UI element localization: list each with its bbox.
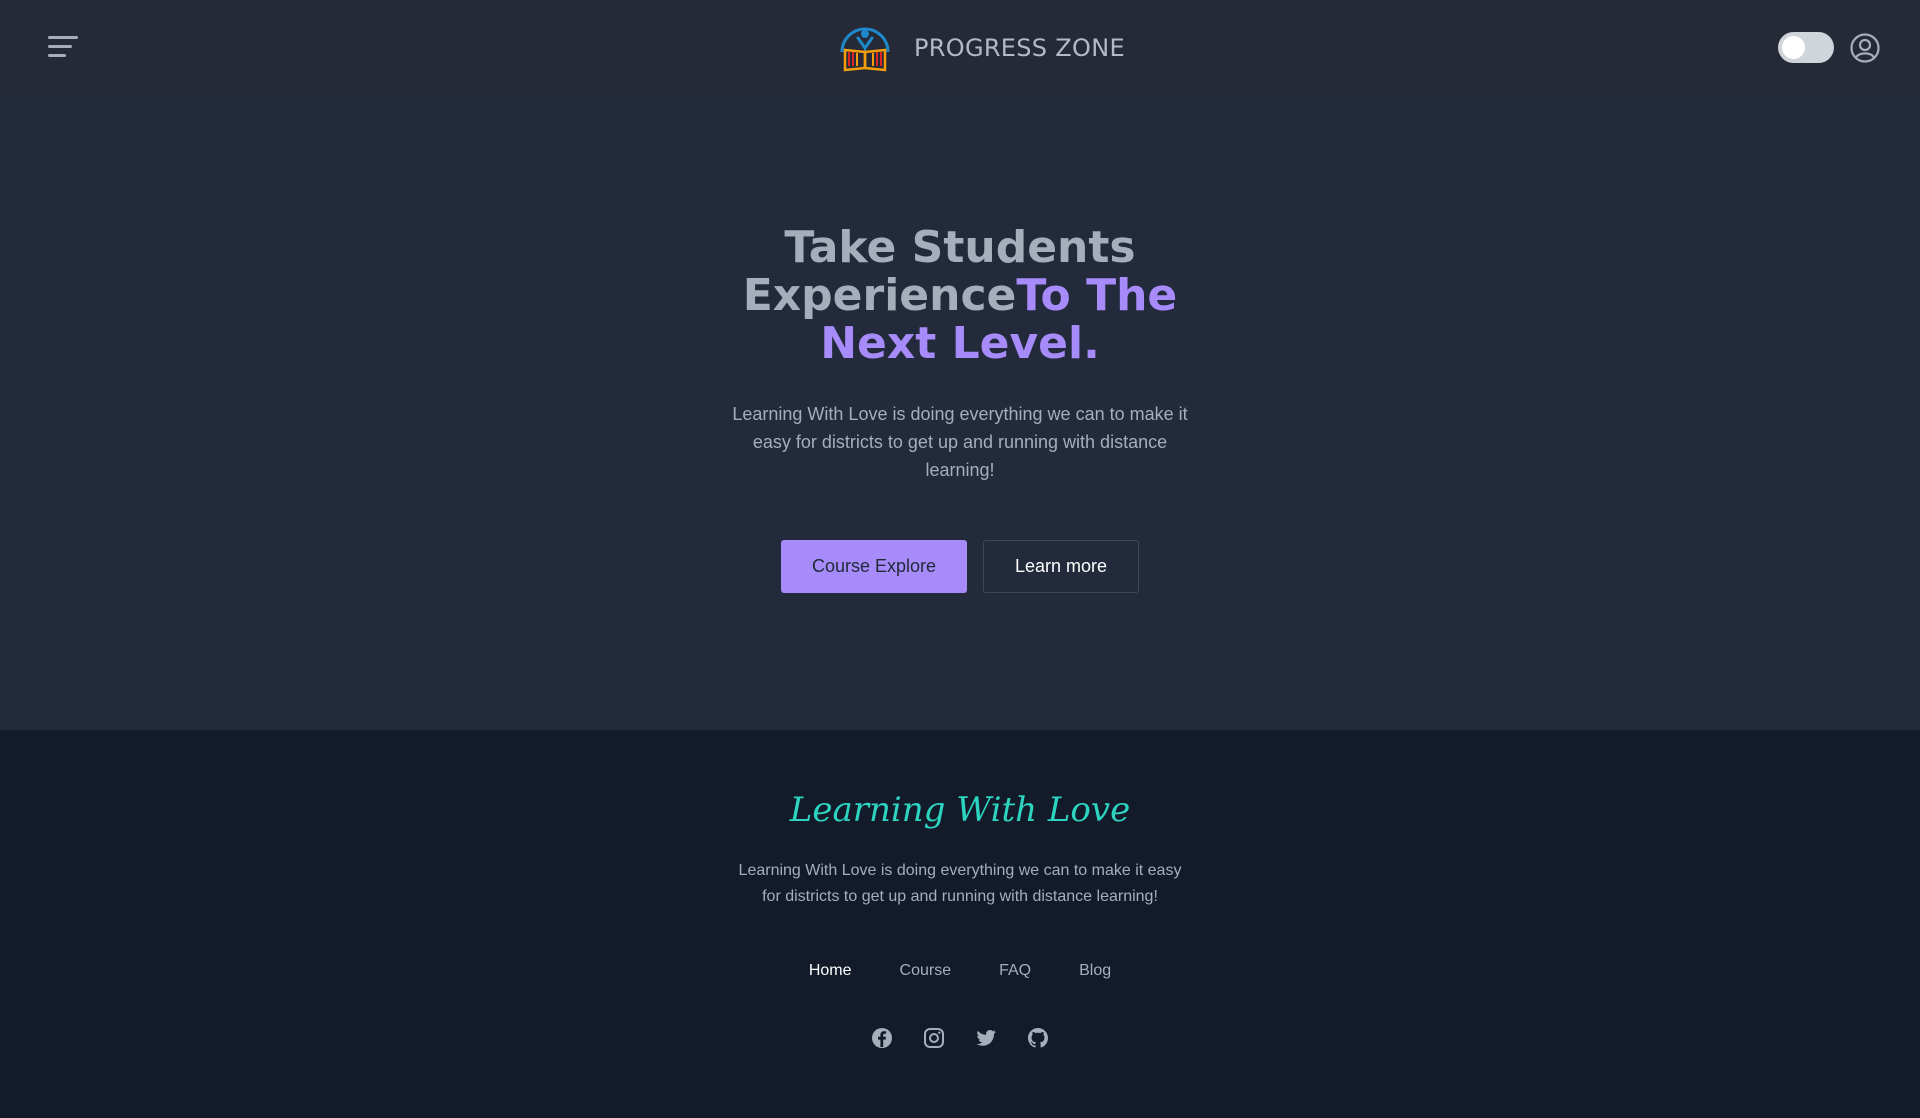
hero-title-line2-plain: Experience bbox=[742, 270, 1017, 321]
github-icon[interactable] bbox=[1026, 1026, 1050, 1050]
footer-nav: Home Course FAQ Blog bbox=[0, 962, 1920, 980]
hero-title-line3-accent: Next Level. bbox=[820, 318, 1100, 369]
footer-link-faq[interactable]: FAQ bbox=[999, 962, 1031, 980]
instagram-icon[interactable] bbox=[922, 1026, 946, 1050]
footer-brand: Learning With Love bbox=[789, 790, 1131, 830]
footer-link-home[interactable]: Home bbox=[809, 962, 852, 980]
hamburger-menu-icon[interactable] bbox=[48, 34, 80, 60]
facebook-icon[interactable] bbox=[870, 1026, 894, 1050]
social-links bbox=[0, 1026, 1920, 1050]
hero-description: Learning With Love is doing everything w… bbox=[732, 404, 1188, 480]
footer-link-blog[interactable]: Blog bbox=[1079, 962, 1111, 980]
brand-name: PROGRESS ZONE bbox=[914, 34, 1125, 62]
learn-more-button[interactable]: Learn more bbox=[983, 540, 1139, 593]
navbar: PROGRESS ZONE bbox=[0, 0, 1920, 96]
footer-link-course[interactable]: Course bbox=[900, 962, 952, 980]
hero-title: Take Students ExperienceTo The Next Leve… bbox=[660, 224, 1260, 368]
hero-title-line2-accent: To The bbox=[1016, 270, 1178, 321]
twitter-icon[interactable] bbox=[974, 1026, 998, 1050]
theme-toggle[interactable] bbox=[1778, 32, 1834, 63]
user-circle-icon[interactable] bbox=[1849, 32, 1881, 64]
hero-title-line1: Take Students bbox=[784, 222, 1136, 273]
logo-icon bbox=[840, 27, 890, 72]
brand[interactable]: PROGRESS ZONE bbox=[836, 22, 1125, 74]
course-explore-button[interactable]: Course Explore bbox=[781, 540, 967, 593]
toggle-knob bbox=[1782, 36, 1805, 59]
footer: Learning With Love Learning With Love is… bbox=[0, 730, 1920, 1118]
footer-description: Learning With Love is doing everything w… bbox=[738, 862, 1182, 905]
